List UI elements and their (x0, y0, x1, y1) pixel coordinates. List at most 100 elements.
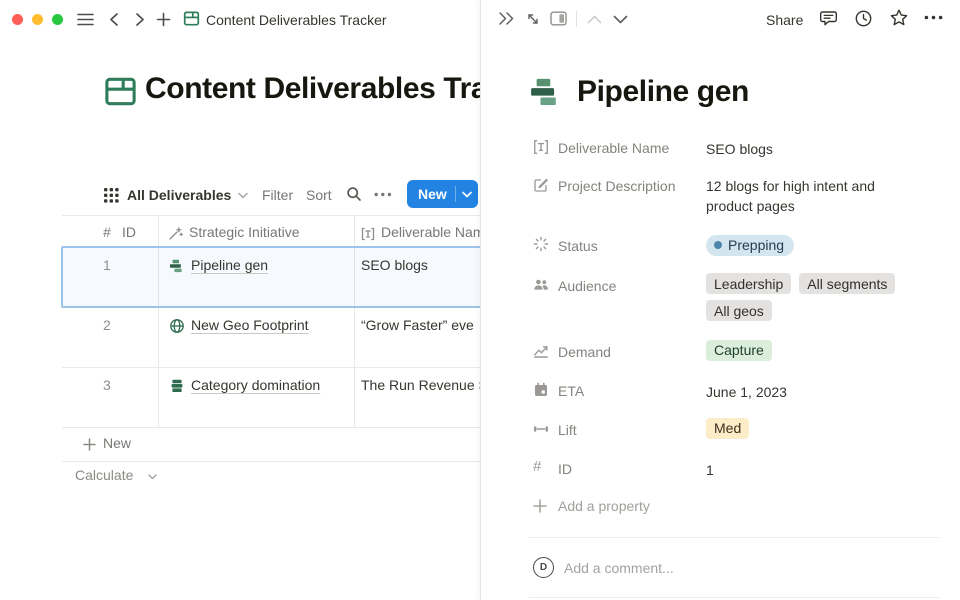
property-label[interactable]: ETA (558, 381, 584, 401)
property-value[interactable]: 12 blogs for high intent and product pag… (706, 176, 916, 216)
property-label[interactable]: Status (558, 236, 598, 256)
row-id[interactable]: 1 (103, 257, 111, 273)
traffic-light-zoom[interactable] (52, 14, 63, 25)
title-property-icon (361, 227, 375, 241)
column-header-id[interactable]: ID (122, 224, 136, 240)
property-label[interactable]: Lift (558, 420, 577, 440)
table-border (62, 215, 480, 216)
toolbar-divider (576, 11, 577, 27)
search-icon[interactable] (346, 186, 362, 202)
more-ellipsis-icon[interactable] (924, 15, 943, 20)
expand-diagonal-icon[interactable] (526, 12, 540, 26)
property-value: Prepping (706, 233, 794, 256)
history-clock-icon[interactable] (854, 9, 873, 28)
stack-icon (169, 378, 185, 394)
new-button-chevron-icon[interactable] (456, 191, 478, 198)
property-value: Leadership All segments All geos (706, 273, 902, 321)
view-selector[interactable]: All Deliverables (127, 185, 231, 205)
previous-record-chevron-up-icon[interactable] (587, 15, 602, 24)
page-title-table-icon (104, 75, 137, 108)
status-pill[interactable]: Prepping (706, 235, 794, 256)
add-property-label[interactable]: Add a property (558, 496, 650, 516)
property-value: Med (706, 417, 749, 439)
row-deliverable[interactable]: The Run Revenue S (361, 377, 480, 393)
peek-panel: Share Pipeline gen Deliverable Name SEO … (480, 0, 960, 600)
new-row-button[interactable]: New (103, 435, 131, 451)
user-avatar: D (533, 557, 554, 578)
property-value[interactable]: June 1, 2023 (706, 381, 787, 403)
calendar-icon (533, 382, 549, 398)
row-id[interactable]: 2 (103, 317, 111, 333)
property-value[interactable]: 1 (706, 459, 714, 481)
view-more-ellipsis-icon[interactable] (374, 192, 392, 197)
divider (529, 537, 940, 538)
new-tab-plus-icon[interactable] (156, 12, 171, 27)
row-initiative-link[interactable]: Pipeline gen (191, 257, 268, 273)
row-initiative-link[interactable]: New Geo Footprint (191, 317, 309, 333)
traffic-light-minimize[interactable] (32, 14, 43, 25)
page-title[interactable]: Content Deliverables Tracker (145, 72, 480, 106)
page-table-icon (183, 10, 200, 27)
edit-pencil-icon (533, 177, 549, 193)
new-button-label: New (407, 186, 455, 202)
audience-tag[interactable]: All geos (706, 300, 772, 321)
hash-icon: # (533, 458, 541, 475)
row-deliverable[interactable]: “Grow Faster” eve (361, 317, 480, 333)
people-icon (533, 277, 549, 293)
line-chart-icon (533, 343, 549, 359)
add-row-plus-icon[interactable] (83, 438, 96, 451)
hamburger-menu-icon[interactable] (77, 13, 94, 26)
comments-icon[interactable] (819, 9, 838, 28)
audience-tag[interactable]: Leadership (706, 273, 791, 294)
row-id[interactable]: 3 (103, 377, 111, 393)
table-border (62, 427, 480, 428)
favorite-star-icon[interactable] (889, 8, 909, 28)
lift-tag[interactable]: Med (706, 418, 749, 439)
sort-button[interactable]: Sort (306, 185, 332, 205)
view-chevron-down-icon[interactable] (238, 192, 248, 199)
pipeline-bars-icon (169, 258, 185, 274)
title-property-icon (533, 139, 549, 155)
plus-icon (533, 497, 549, 513)
dumbbell-icon (533, 421, 549, 437)
status-spinner-icon (533, 236, 549, 252)
hash-icon: # (103, 224, 111, 240)
selected-row-highlight (61, 246, 480, 308)
next-record-chevron-down-icon[interactable] (613, 15, 628, 24)
forward-icon[interactable] (134, 12, 146, 27)
back-icon[interactable] (108, 12, 120, 27)
property-label[interactable]: Project Description (558, 176, 676, 196)
divider (529, 597, 940, 598)
calculate-chevron-down-icon[interactable] (148, 474, 157, 480)
new-record-button[interactable]: New (407, 180, 478, 208)
column-header-deliverable-name[interactable]: Deliverable Name (381, 224, 480, 240)
main-window: Content Deliverables Tracker Content Del… (0, 0, 480, 600)
property-label[interactable]: ID (558, 459, 572, 479)
table-border (62, 367, 480, 368)
property-label[interactable]: Deliverable Name (558, 138, 669, 158)
wand-sparkle-icon (168, 226, 183, 241)
row-initiative-link[interactable]: Category domination (191, 377, 320, 393)
property-value[interactable]: SEO blogs (706, 138, 773, 160)
window-title[interactable]: Content Deliverables Tracker (206, 10, 387, 30)
table-view-grid-icon[interactable] (104, 188, 119, 203)
demand-tag[interactable]: Capture (706, 340, 772, 361)
calculate-button[interactable]: Calculate (75, 467, 133, 483)
audience-tag[interactable]: All segments (799, 273, 895, 294)
property-label[interactable]: Demand (558, 342, 611, 362)
table-border (62, 461, 480, 462)
side-peek-toggle-icon[interactable] (550, 11, 567, 26)
record-title[interactable]: Pipeline gen (577, 75, 749, 109)
pipeline-bars-icon (529, 75, 563, 109)
close-peek-double-chevron-icon[interactable] (498, 11, 515, 26)
column-header-strategic-initiative[interactable]: Strategic Initiative (189, 224, 300, 240)
comment-input[interactable]: Add a comment... (564, 560, 674, 576)
globe-icon (169, 318, 185, 334)
filter-button[interactable]: Filter (262, 185, 293, 205)
property-label[interactable]: Audience (558, 276, 616, 296)
row-deliverable[interactable]: SEO blogs (361, 257, 480, 273)
property-value: Capture (706, 339, 772, 361)
share-button[interactable]: Share (766, 10, 803, 30)
traffic-light-close[interactable] (12, 14, 23, 25)
status-pill-label: Prepping (728, 234, 784, 256)
